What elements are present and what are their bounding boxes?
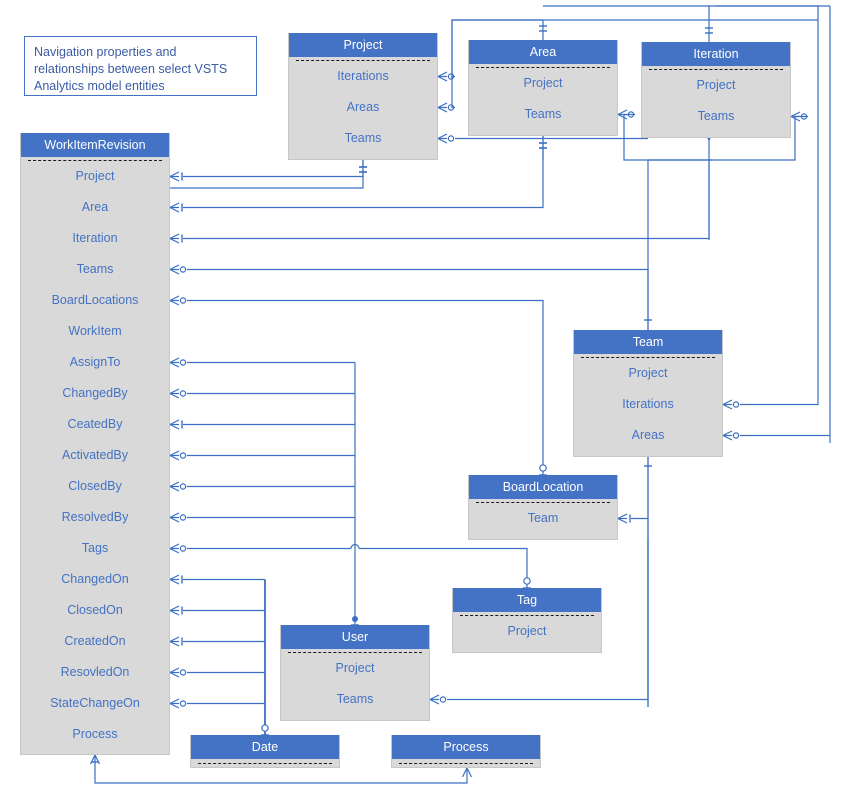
- entity-process[interactable]: Process: [391, 735, 541, 768]
- entity-boardlocation[interactable]: BoardLocation Team: [468, 475, 618, 540]
- entity-tag[interactable]: Tag Project: [452, 588, 602, 653]
- field-workitemrevision-createdon[interactable]: CreatedOn: [21, 626, 169, 657]
- field-area-teams[interactable]: Teams: [469, 99, 617, 130]
- diagram-canvas: Navigation properties and relationships …: [0, 0, 850, 794]
- field-workitemrevision-resovledon[interactable]: ResovledOn: [21, 657, 169, 688]
- field-workitemrevision-changedby[interactable]: ChangedBy: [21, 378, 169, 409]
- entity-boardlocation-fields: Team: [469, 503, 617, 534]
- field-project-teams[interactable]: Teams: [289, 123, 437, 154]
- entity-team[interactable]: Team Project Iterations Areas: [573, 330, 723, 457]
- field-workitemrevision-teams[interactable]: Teams: [21, 254, 169, 285]
- field-workitemrevision-project[interactable]: Project: [21, 161, 169, 192]
- entity-process-separator: [399, 763, 533, 764]
- entity-date-separator: [198, 763, 332, 764]
- entity-user-fields: Project Teams: [281, 653, 429, 715]
- field-workitemrevision-statechangeon[interactable]: StateChangeOn: [21, 688, 169, 719]
- field-tag-project[interactable]: Project: [453, 616, 601, 647]
- entity-iteration-title: Iteration: [642, 42, 790, 66]
- entity-date-title: Date: [191, 735, 339, 759]
- field-team-areas[interactable]: Areas: [574, 420, 722, 451]
- entity-iteration-fields: Project Teams: [642, 70, 790, 132]
- entity-area[interactable]: Area Project Teams: [468, 40, 618, 136]
- entity-workitemrevision[interactable]: WorkItemRevision Project Area Iteration Team…: [20, 133, 170, 755]
- entity-workitemrevision-fields: Project Area Iteration Teams BoardLocations W…: [21, 161, 169, 750]
- field-iteration-teams[interactable]: Teams: [642, 101, 790, 132]
- field-team-iterations[interactable]: Iterations: [574, 389, 722, 420]
- field-iteration-project[interactable]: Project: [642, 70, 790, 101]
- entity-area-fields: Project Teams: [469, 68, 617, 130]
- field-user-teams[interactable]: Teams: [281, 684, 429, 715]
- field-workitemrevision-boardlocations[interactable]: BoardLocations: [21, 285, 169, 316]
- field-project-iterations[interactable]: Iterations: [289, 61, 437, 92]
- field-workitemrevision-changedon[interactable]: ChangedOn: [21, 564, 169, 595]
- field-user-project[interactable]: Project: [281, 653, 429, 684]
- field-workitemrevision-assignto[interactable]: AssignTo: [21, 347, 169, 378]
- field-area-project[interactable]: Project: [469, 68, 617, 99]
- entity-tag-fields: Project: [453, 616, 601, 647]
- entity-project-fields: Iterations Areas Teams: [289, 61, 437, 154]
- field-workitemrevision-tags[interactable]: Tags: [21, 533, 169, 564]
- field-workitemrevision-area[interactable]: Area: [21, 192, 169, 223]
- entity-team-fields: Project Iterations Areas: [574, 358, 722, 451]
- entity-process-title: Process: [392, 735, 540, 759]
- field-workitemrevision-resolvedby[interactable]: ResolvedBy: [21, 502, 169, 533]
- field-workitemrevision-workitem[interactable]: WorkItem: [21, 316, 169, 347]
- field-workitemrevision-ceatedby[interactable]: CeatedBy: [21, 409, 169, 440]
- entity-iteration[interactable]: Iteration Project Teams: [641, 42, 791, 138]
- entity-project[interactable]: Project Iterations Areas Teams: [288, 33, 438, 160]
- entity-project-title: Project: [289, 33, 437, 57]
- entity-user-title: User: [281, 625, 429, 649]
- field-workitemrevision-iteration[interactable]: Iteration: [21, 223, 169, 254]
- entity-boardlocation-title: BoardLocation: [469, 475, 617, 499]
- legend-note: Navigation properties and relationships …: [24, 36, 257, 96]
- entity-tag-title: Tag: [453, 588, 601, 612]
- field-workitemrevision-process[interactable]: Process: [21, 719, 169, 750]
- field-workitemrevision-activatedby[interactable]: ActivatedBy: [21, 440, 169, 471]
- field-team-project[interactable]: Project: [574, 358, 722, 389]
- field-project-areas[interactable]: Areas: [289, 92, 437, 123]
- legend-text: Navigation properties and relationships …: [34, 45, 228, 93]
- entity-team-title: Team: [574, 330, 722, 354]
- entity-area-title: Area: [469, 40, 617, 64]
- field-boardlocation-team[interactable]: Team: [469, 503, 617, 534]
- entity-user[interactable]: User Project Teams: [280, 625, 430, 721]
- entity-date[interactable]: Date: [190, 735, 340, 768]
- field-workitemrevision-closedon[interactable]: ClosedOn: [21, 595, 169, 626]
- entity-workitemrevision-title: WorkItemRevision: [21, 133, 169, 157]
- field-workitemrevision-closedby[interactable]: ClosedBy: [21, 471, 169, 502]
